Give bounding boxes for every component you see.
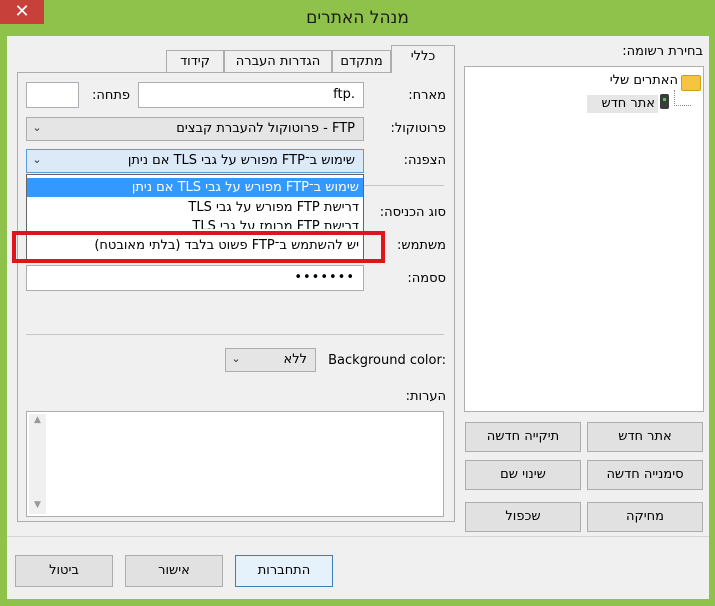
server-icon xyxy=(660,94,669,109)
protocol-label: פרוטוקול: xyxy=(390,121,446,136)
encryption-label: הצפנה: xyxy=(403,153,446,168)
separator-line-2 xyxy=(26,334,444,335)
comments-scrollbar[interactable] xyxy=(29,414,46,514)
host-input[interactable]: ftp. xyxy=(138,82,364,108)
tree-label: בחירת רשומה: xyxy=(622,44,703,59)
tab-transfer-settings[interactable]: הגדרות העברה xyxy=(224,50,332,74)
protocol-chevron-down-icon: ⌄ xyxy=(32,121,42,134)
window-title: מנהל האתרים xyxy=(306,8,409,28)
tab-encoding[interactable]: קידוד xyxy=(166,50,224,74)
port-input[interactable] xyxy=(26,82,79,108)
new-folder-button[interactable]: תיקייה חדשה xyxy=(465,422,581,452)
connect-button[interactable]: התחברות xyxy=(235,555,333,587)
encryption-chevron-down-icon: ⌄ xyxy=(32,153,42,166)
folder-icon xyxy=(681,75,701,91)
comments-textarea[interactable] xyxy=(26,411,444,517)
close-button[interactable]: ✕ xyxy=(0,0,44,24)
tab-advanced[interactable]: מתקדם xyxy=(332,50,391,74)
tree-connector xyxy=(674,90,691,106)
bottom-separator xyxy=(7,536,709,537)
password-input[interactable]: ••••••• xyxy=(26,265,364,291)
new-site-button[interactable]: אתר חדש xyxy=(587,422,703,452)
password-label: ססמה: xyxy=(407,271,446,286)
port-label: פתחה: xyxy=(91,88,130,103)
ok-button[interactable]: אישור xyxy=(125,555,223,587)
duplicate-button[interactable]: שכפול xyxy=(465,502,581,532)
cancel-button[interactable]: ביטול xyxy=(15,555,113,587)
logon-type-label: סוג הכניסה: xyxy=(379,205,446,220)
comments-label: הערות: xyxy=(405,389,446,404)
tab-general[interactable]: כללי xyxy=(391,45,455,73)
background-color-label: Background color: xyxy=(328,353,446,368)
delete-button[interactable]: מחיקה xyxy=(587,502,703,532)
encryption-select[interactable]: שימוש ב־FTP מפורש על גבי TLS אם ניתן xyxy=(26,149,364,173)
annotation-highlight-box xyxy=(12,231,385,263)
encryption-option[interactable]: דרישת FTP מפורש על גבי TLS xyxy=(27,198,363,217)
encryption-option[interactable]: דרישת FTP מרומז על גבי TLS xyxy=(27,217,363,229)
site-tree[interactable] xyxy=(464,66,704,412)
tree-item-new-site[interactable]: אתר חדש xyxy=(587,95,658,113)
scroll-down-icon[interactable]: ▼ xyxy=(31,500,44,510)
server-led xyxy=(663,98,666,101)
background-color-chevron-down-icon: ⌄ xyxy=(231,352,241,365)
host-label: מארח: xyxy=(408,88,446,103)
encryption-option[interactable]: שימוש ב־FTP מפורש על גבי TLS אם ניתן xyxy=(27,178,363,197)
new-bookmark-button[interactable]: סימנייה חדשה xyxy=(587,460,703,490)
rename-button[interactable]: שינוי שם xyxy=(465,460,581,490)
tree-root-label[interactable]: האתרים שלי xyxy=(590,73,678,88)
protocol-select[interactable]: FTP - פרוטוקול להעברת קבצים xyxy=(26,117,364,141)
scroll-up-icon[interactable]: ▲ xyxy=(31,415,44,425)
